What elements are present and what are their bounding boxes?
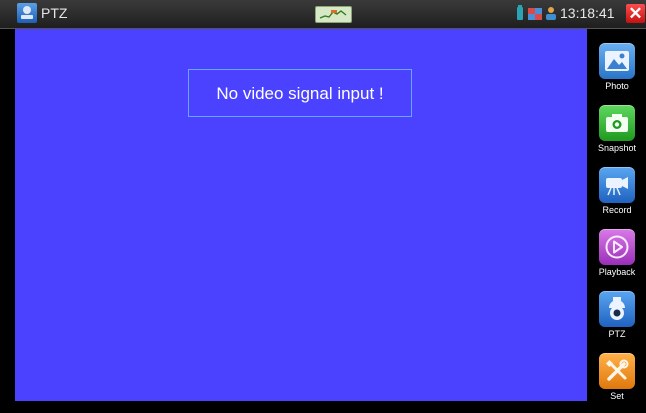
battery-icon bbox=[517, 5, 523, 20]
signal-status-icon bbox=[315, 6, 352, 23]
camera-icon bbox=[599, 105, 635, 141]
clock: 13:18:41 bbox=[560, 5, 615, 21]
ptz-camera-icon bbox=[17, 3, 37, 23]
ptz-button[interactable]: PTZ bbox=[588, 291, 646, 351]
snapshot-button[interactable]: Snapshot bbox=[588, 105, 646, 165]
ptz-camera-icon bbox=[599, 291, 635, 327]
record-button[interactable]: Record bbox=[588, 167, 646, 227]
video-display: No video signal input ! bbox=[15, 29, 587, 401]
tools-icon bbox=[599, 353, 635, 389]
playback-button[interactable]: Playback bbox=[588, 229, 646, 289]
record-label: Record bbox=[602, 205, 632, 215]
no-signal-message: No video signal input ! bbox=[216, 84, 384, 103]
sidebar: Photo Snapshot Record Playback PTZ Set bbox=[588, 29, 646, 401]
set-button[interactable]: Set bbox=[588, 353, 646, 413]
app-title: PTZ bbox=[41, 5, 68, 21]
user-icon bbox=[545, 6, 557, 21]
close-button[interactable]: ✕ bbox=[626, 4, 645, 23]
close-icon: ✕ bbox=[628, 4, 643, 23]
snapshot-label: Snapshot bbox=[597, 143, 637, 153]
photo-button[interactable]: Photo bbox=[588, 43, 646, 103]
message-box: No video signal input ! bbox=[188, 69, 412, 117]
video-camera-icon bbox=[599, 167, 635, 203]
playback-label: Playback bbox=[598, 267, 636, 277]
photo-label: Photo bbox=[605, 81, 629, 91]
photo-icon bbox=[599, 43, 635, 79]
title-bar: PTZ 13:18:41 ✕ bbox=[0, 0, 646, 29]
network-icon bbox=[528, 8, 542, 20]
ptz-label: PTZ bbox=[608, 329, 626, 339]
set-label: Set bbox=[610, 391, 624, 401]
play-icon bbox=[599, 229, 635, 265]
